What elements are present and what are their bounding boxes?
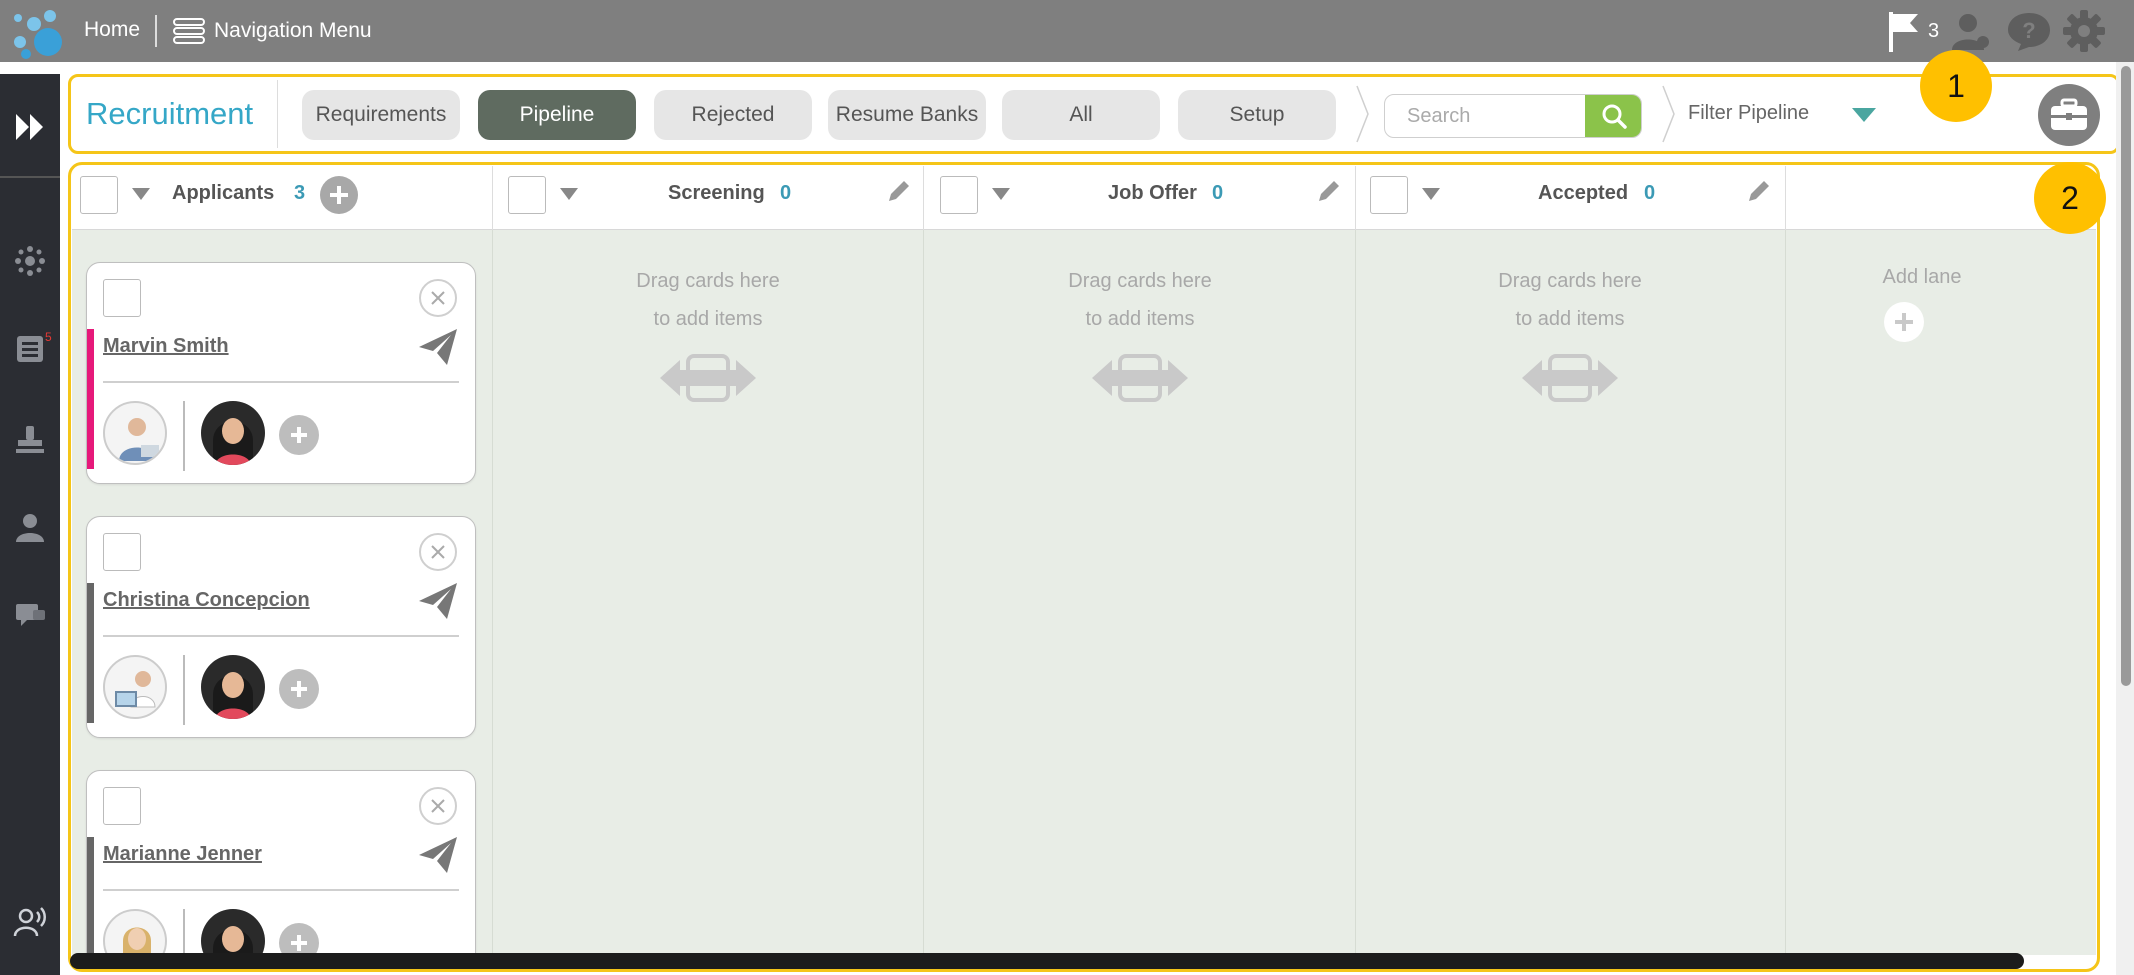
help-icon[interactable]: ?	[2006, 10, 2052, 52]
topbar-divider	[155, 15, 157, 47]
stamp-icon[interactable]	[13, 422, 47, 456]
menu-icon	[173, 18, 205, 44]
notification-badge: 5	[45, 330, 52, 344]
gear-icon[interactable]	[2062, 9, 2106, 53]
highlight-board-region	[68, 162, 2100, 972]
person-icon[interactable]	[13, 510, 47, 544]
flag-count: 3	[1928, 20, 1940, 42]
callout-badge-2: 2	[2034, 162, 2106, 234]
chat-icon[interactable]	[13, 598, 47, 632]
highlight-toolbar-region	[68, 74, 2120, 154]
left-sidebar: 5	[0, 74, 60, 975]
top-bar: Home Navigation Menu 3 ?	[0, 0, 2134, 62]
navigation-menu-button[interactable]: Navigation Menu	[172, 14, 372, 48]
support-icon[interactable]	[13, 904, 47, 938]
sidebar-expand-button[interactable]	[0, 74, 60, 178]
network-icon[interactable]	[13, 244, 47, 278]
horizontal-scrollbar[interactable]	[70, 953, 2024, 969]
callout-badge-1: 1	[1920, 50, 1992, 122]
list-icon[interactable]	[13, 332, 47, 366]
app-root: Home Navigation Menu 3 ? 5 Recruitment R…	[0, 0, 2134, 975]
flag-icon[interactable]	[1886, 10, 1922, 52]
svg-text:?: ?	[2022, 18, 2035, 43]
expand-icon	[16, 114, 43, 140]
app-logo-icon[interactable]	[10, 4, 68, 60]
navigation-menu-label: Navigation Menu	[214, 19, 372, 42]
user-icon[interactable]	[1950, 10, 1992, 52]
home-link[interactable]: Home	[84, 18, 140, 42]
vertical-scrollbar-thumb[interactable]	[2121, 66, 2131, 686]
